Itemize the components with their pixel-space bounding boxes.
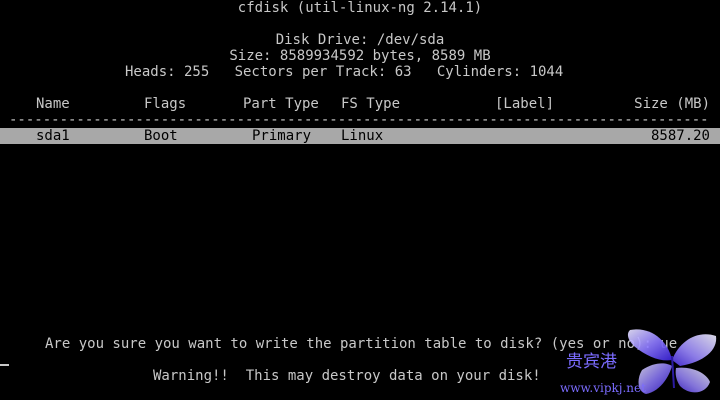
watermark-url: www.vipkj.net bbox=[560, 381, 646, 395]
disk-drive-label: Disk Drive: /dev/sda bbox=[275, 32, 445, 48]
column-header-name: Name bbox=[36, 96, 70, 112]
table-separator: ----------------------------------------… bbox=[9, 112, 711, 128]
partition-flags: Boot bbox=[144, 128, 178, 144]
column-header-fs-type: FS Type bbox=[341, 96, 401, 112]
partition-size: 8587.20 bbox=[650, 128, 710, 144]
column-header-flags: Flags bbox=[144, 96, 187, 112]
warning-message: Warning!! This may destroy data on your … bbox=[153, 368, 541, 384]
disk-geometry-label: Heads: 255 Sectors per Track: 63 Cylinde… bbox=[125, 64, 564, 80]
partition-name: sda1 bbox=[36, 128, 70, 144]
watermark-logo: 贵宾港 www.vipkj.net bbox=[560, 326, 720, 400]
terminal-cursor bbox=[0, 364, 9, 366]
column-header-part-type: Part Type bbox=[243, 96, 319, 112]
terminal-screen: cfdisk (util-linux-ng 2.14.1) Disk Drive… bbox=[0, 0, 720, 400]
column-header-size: Size (MB) bbox=[634, 96, 710, 112]
app-title: cfdisk (util-linux-ng 2.14.1) bbox=[237, 0, 483, 16]
table-header-row: Name Flags Part Type FS Type [Label] Siz… bbox=[0, 96, 720, 112]
column-header-label: [Label] bbox=[495, 96, 555, 112]
watermark-chinese-text: 贵宾港 bbox=[566, 352, 617, 372]
partition-part-type: Primary bbox=[252, 128, 312, 144]
table-row-partition-sda1[interactable]: sda1 Boot Primary Linux 8587.20 bbox=[0, 128, 720, 144]
partition-fs-type: Linux bbox=[341, 128, 384, 144]
disk-size-label: Size: 8589934592 bytes, 8589 MB bbox=[229, 48, 491, 64]
